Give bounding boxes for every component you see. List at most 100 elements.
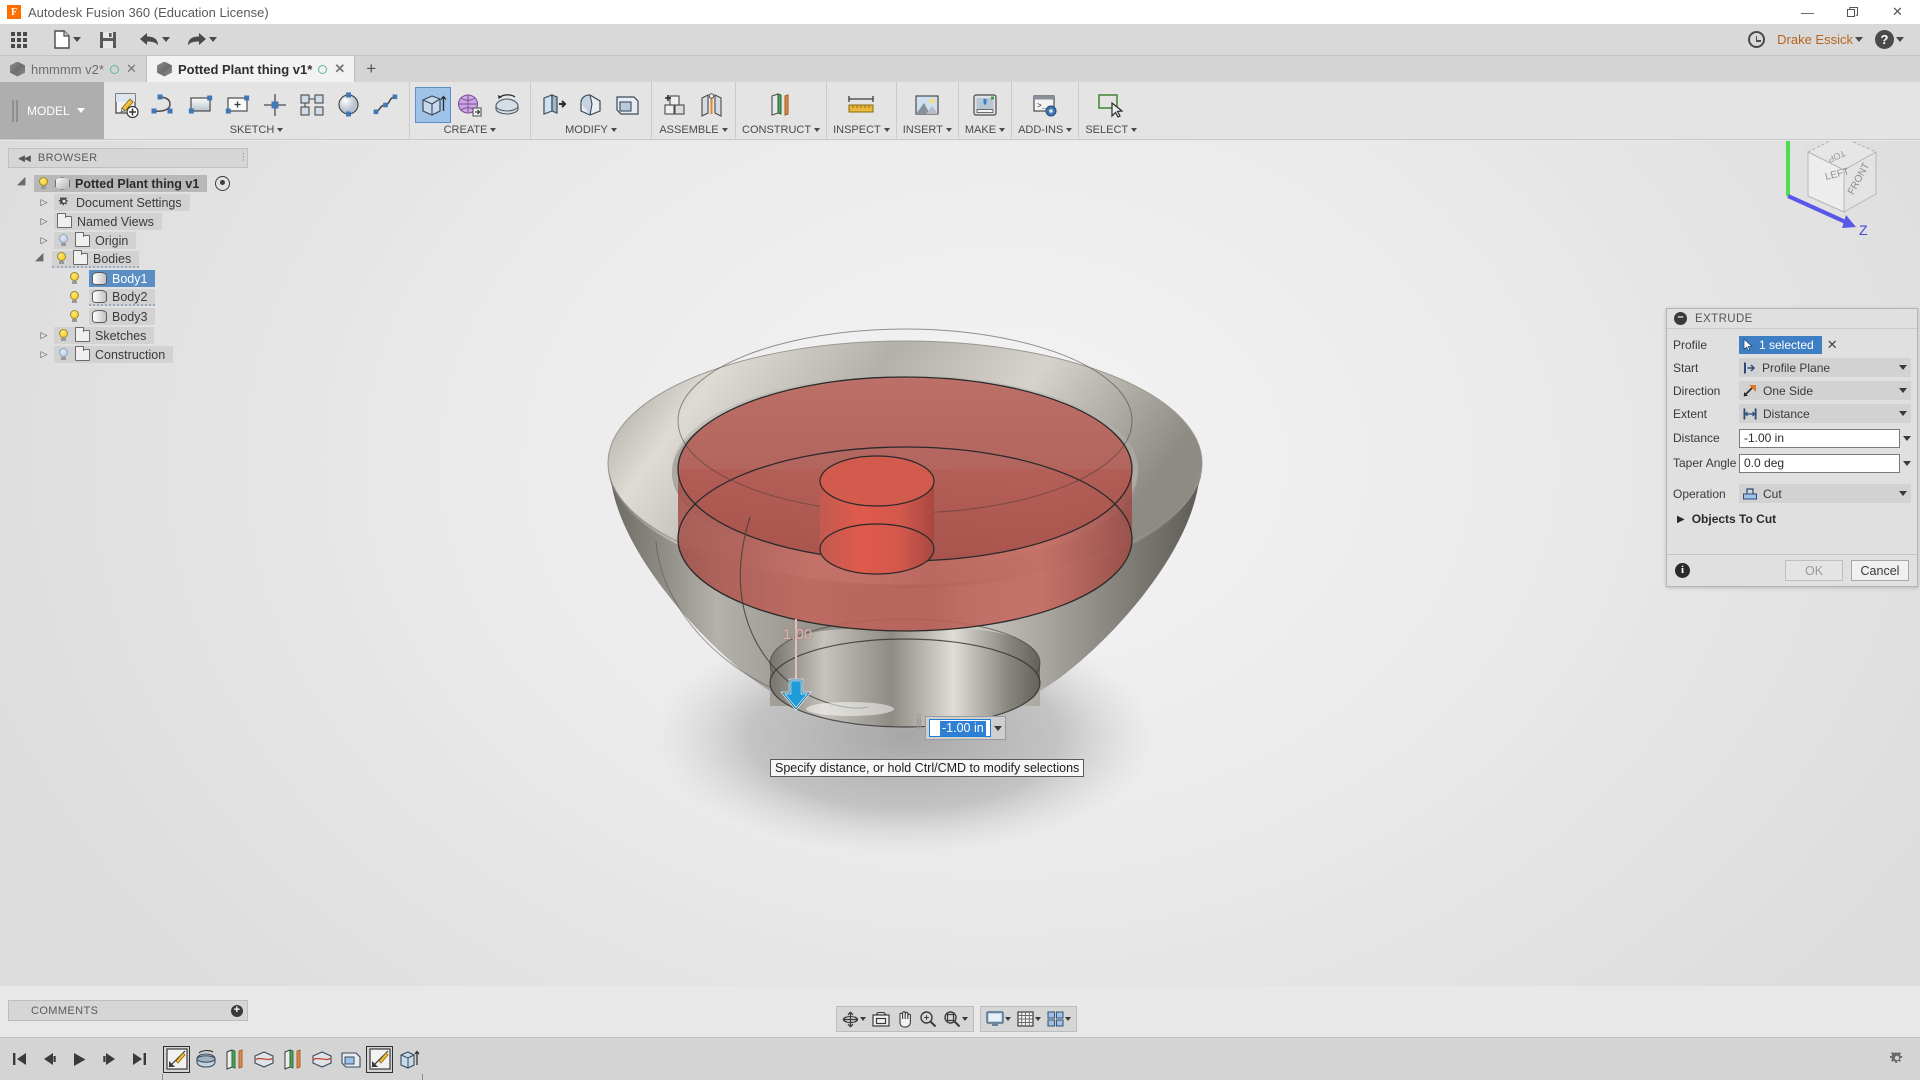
- canvas-distance-input-group[interactable]: -1.00 in: [925, 716, 1006, 740]
- timeline-feature-extrude[interactable]: [396, 1047, 421, 1072]
- look-at-button[interactable]: [869, 1007, 893, 1031]
- history-button[interactable]: [1743, 25, 1769, 55]
- chevron-down-icon[interactable]: [1005, 1017, 1011, 1021]
- timeline-feature-loft-1[interactable]: [251, 1047, 276, 1072]
- ribbon-panel-label-modify[interactable]: MODIFY: [565, 124, 617, 136]
- minimize-button[interactable]: —: [1785, 0, 1830, 24]
- app-grid-menu-button[interactable]: [6, 25, 32, 55]
- ribbon-panel-label-select[interactable]: SELECT: [1085, 124, 1138, 136]
- go-to-beginning-button[interactable]: [10, 1049, 28, 1069]
- chevron-down-icon[interactable]: [1899, 365, 1907, 370]
- offset-plane-button[interactable]: [764, 88, 798, 122]
- timeline-feature-revolve-1[interactable]: [193, 1047, 218, 1072]
- ok-button[interactable]: OK: [1785, 560, 1843, 581]
- visibility-bulb-icon[interactable]: [37, 177, 50, 190]
- drag-arrow-down-handle[interactable]: [779, 678, 813, 712]
- timeline-feature-plane-2[interactable]: [280, 1047, 305, 1072]
- zoom-button[interactable]: [916, 1007, 940, 1031]
- user-menu-button[interactable]: Drake Essick: [1773, 25, 1867, 55]
- expand-arrow-down-icon[interactable]: [34, 252, 48, 266]
- ribbon-panel-label-insert[interactable]: INSERT: [903, 124, 952, 136]
- timeline-feature-loft-2[interactable]: [309, 1047, 334, 1072]
- ribbon-panel-label-create[interactable]: CREATE: [444, 124, 497, 136]
- minus-circle-icon[interactable]: –: [1674, 312, 1687, 325]
- save-button[interactable]: [95, 25, 121, 55]
- redo-button[interactable]: [182, 25, 221, 55]
- create-form-button[interactable]: [453, 88, 487, 122]
- cancel-button[interactable]: Cancel: [1851, 560, 1909, 581]
- expand-arrow-right-icon[interactable]: ▷: [38, 235, 50, 246]
- undo-button[interactable]: [135, 25, 174, 55]
- view-cube[interactable]: LEFT FRONT TOP Y Z: [1772, 141, 1892, 238]
- expand-arrow-right-icon[interactable]: ▷: [38, 197, 50, 208]
- new-tab-button[interactable]: +: [355, 56, 387, 82]
- pan-button[interactable]: [893, 1007, 916, 1031]
- start-dropdown[interactable]: Profile Plane: [1739, 358, 1911, 377]
- chevron-down-icon[interactable]: [994, 725, 1002, 731]
- extent-dropdown[interactable]: Distance: [1739, 404, 1911, 423]
- ribbon-panel-label-assemble[interactable]: ASSEMBLE: [659, 124, 728, 136]
- ribbon-panel-label-sketch[interactable]: SKETCH: [230, 124, 284, 136]
- press-pull-button[interactable]: [537, 88, 571, 122]
- resize-grip-icon[interactable]: ⫶: [242, 152, 245, 165]
- viewport-canvas[interactable]: LEFT FRONT TOP Y Z: [0, 141, 1920, 986]
- measure-button[interactable]: [844, 88, 878, 122]
- ribbon-panel-label-inspect[interactable]: INSPECT: [833, 124, 890, 136]
- visibility-bulb-icon[interactable]: [57, 329, 70, 342]
- info-icon[interactable]: i: [1675, 563, 1690, 578]
- add-comment-icon[interactable]: +: [231, 1004, 243, 1017]
- dimension-value-label[interactable]: 1.00: [783, 626, 812, 643]
- expand-arrow-right-icon[interactable]: ▷: [38, 216, 50, 227]
- viewports-button[interactable]: [1044, 1007, 1074, 1031]
- fit-button[interactable]: [940, 1007, 971, 1031]
- shell-button[interactable]: [611, 88, 645, 122]
- close-tab-icon[interactable]: ✕: [333, 61, 346, 77]
- create-sketch-button[interactable]: [110, 88, 144, 122]
- document-tab-potted-plant[interactable]: Potted Plant thing v1* ✕: [146, 56, 356, 82]
- play-button[interactable]: [70, 1049, 88, 1069]
- revolve-button[interactable]: [490, 88, 524, 122]
- visibility-bulb-icon[interactable]: [68, 272, 81, 285]
- canvas-distance-input[interactable]: -1.00 in: [929, 719, 991, 737]
- circle-tool-button[interactable]: [332, 88, 366, 122]
- tree-node-body3[interactable]: Body3: [8, 307, 258, 326]
- tree-node-construction[interactable]: ▷ Construction: [8, 345, 258, 364]
- expand-arrow-right-icon[interactable]: ▷: [38, 330, 50, 341]
- rectangle-center-tool-button[interactable]: [221, 88, 255, 122]
- expand-arrow-down-icon[interactable]: [16, 176, 30, 190]
- direction-dropdown[interactable]: One Side: [1739, 381, 1911, 400]
- file-menu-button[interactable]: [50, 25, 85, 55]
- workspace-selector[interactable]: MODEL: [0, 82, 104, 139]
- tree-node-sketches[interactable]: ▷ Sketches: [8, 326, 258, 345]
- spline-tool-button[interactable]: [369, 88, 403, 122]
- ribbon-panel-label-make[interactable]: MAKE: [965, 124, 1006, 136]
- chevron-down-icon[interactable]: [1065, 1017, 1071, 1021]
- ribbon-panel-label-construct[interactable]: CONSTRUCT: [742, 124, 821, 136]
- chevron-down-icon[interactable]: [1899, 491, 1907, 496]
- expand-arrow-right-icon[interactable]: ▶: [1677, 514, 1685, 525]
- display-settings-button[interactable]: [983, 1007, 1014, 1031]
- collapse-left-icon[interactable]: ◀◀: [18, 153, 31, 164]
- go-to-end-button[interactable]: [130, 1049, 148, 1069]
- maximize-button[interactable]: [1830, 0, 1875, 24]
- activate-component-icon[interactable]: [215, 176, 231, 191]
- visibility-bulb-icon[interactable]: [57, 234, 70, 247]
- chevron-down-icon[interactable]: [962, 1017, 968, 1021]
- timeline-feature-sketch-1[interactable]: [163, 1045, 190, 1073]
- line-tool-button[interactable]: [147, 88, 181, 122]
- rectangular-pattern-button[interactable]: [295, 88, 329, 122]
- fillet-button[interactable]: [574, 88, 608, 122]
- help-button[interactable]: ?: [1871, 25, 1908, 55]
- rectangle-tool-button[interactable]: [184, 88, 218, 122]
- taper-angle-input[interactable]: 0.0 deg: [1739, 453, 1900, 473]
- point-tool-button[interactable]: [258, 88, 292, 122]
- chevron-down-icon[interactable]: [1903, 435, 1911, 441]
- tree-node-body1[interactable]: Body1: [8, 269, 258, 288]
- step-back-button[interactable]: [40, 1049, 58, 1069]
- distance-input[interactable]: -1.00 in: [1739, 428, 1900, 448]
- close-tab-icon[interactable]: ✕: [125, 61, 138, 77]
- visibility-bulb-icon[interactable]: [68, 310, 81, 323]
- chevron-down-icon[interactable]: [1899, 388, 1907, 393]
- chevron-down-icon[interactable]: [1903, 460, 1911, 466]
- document-tab-hmmmm[interactable]: hmmmm v2* ✕: [0, 56, 147, 82]
